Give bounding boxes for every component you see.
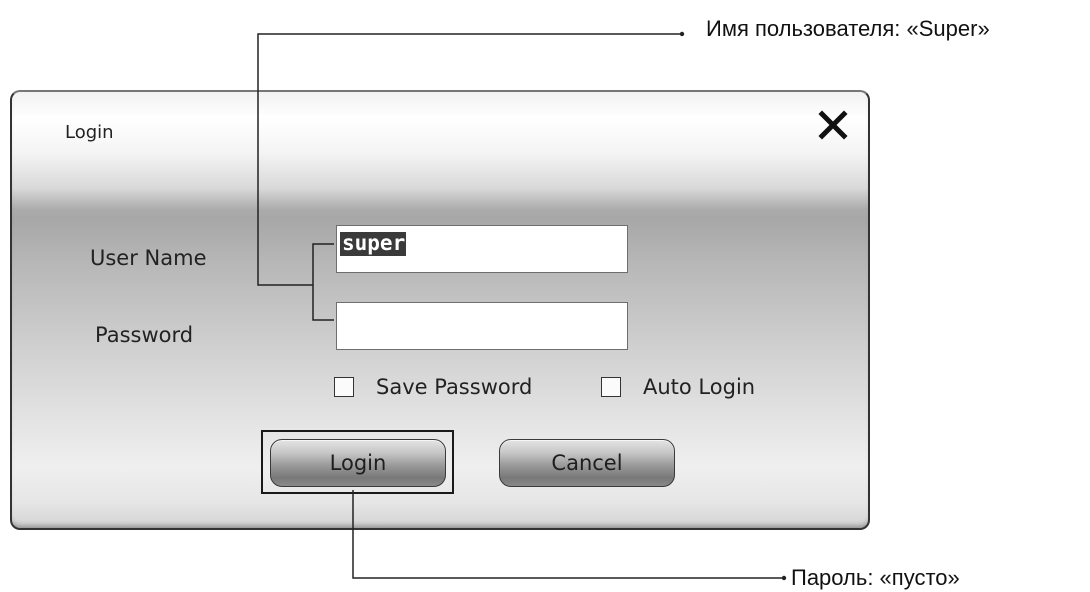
username-annotation: Имя пользователя: «Super»: [706, 16, 990, 41]
callout-lines: [257, 31, 787, 581]
password-annotation: Пароль: «пусто»: [791, 565, 960, 590]
